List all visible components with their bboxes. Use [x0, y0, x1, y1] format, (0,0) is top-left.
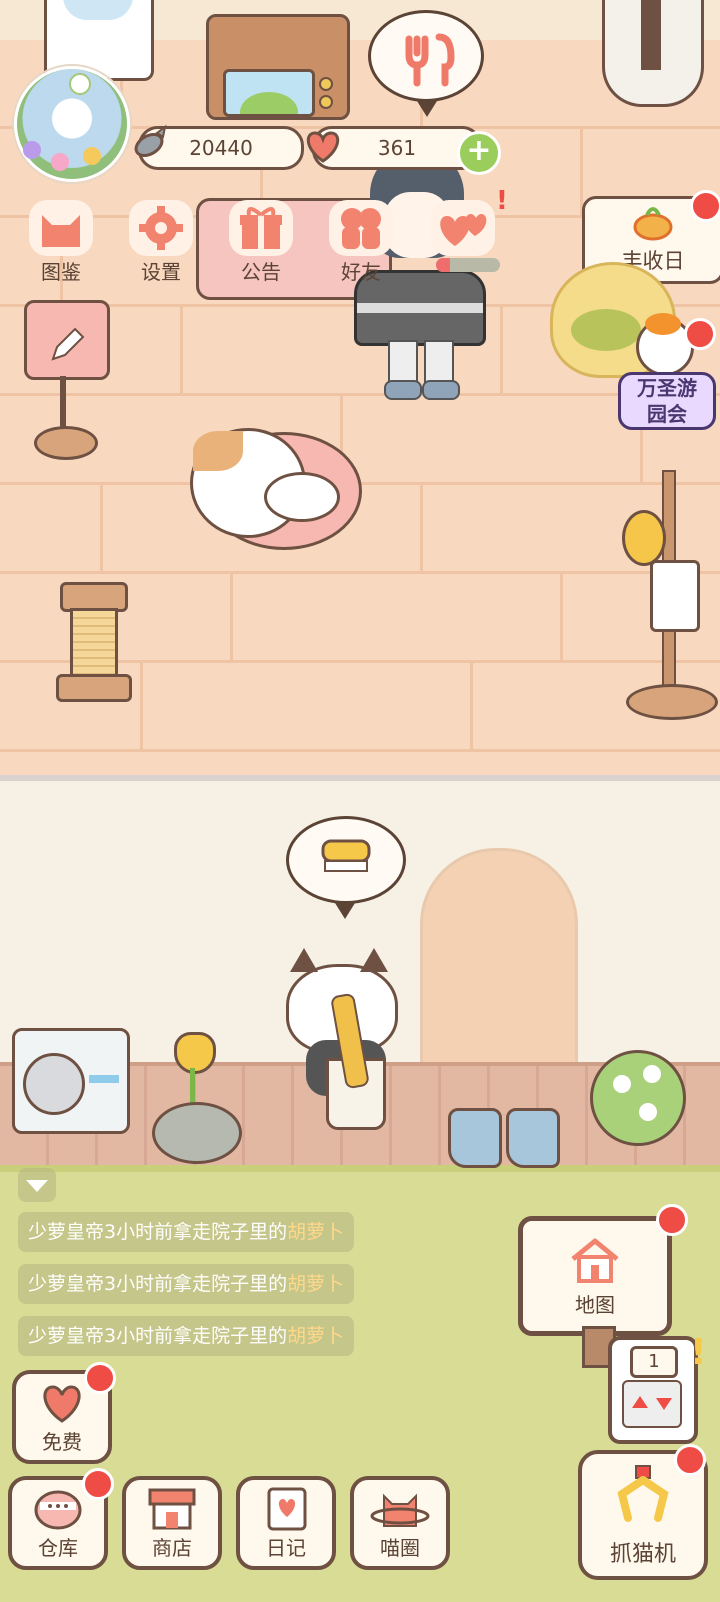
rain-boots: [448, 1108, 560, 1168]
floor-lamp: [602, 0, 704, 107]
cleaning-speech-bubble[interactable]: [286, 816, 406, 919]
map-button[interactable]: 地图: [518, 1216, 672, 1336]
message-collapse-toggle[interactable]: [18, 1168, 56, 1202]
player-avatar[interactable]: [14, 66, 130, 182]
coat-rack: [622, 470, 718, 720]
menu-notice-button[interactable]: 公告: [220, 200, 302, 284]
heart-currency-value: 361: [377, 136, 417, 160]
ticket-count: 1: [630, 1346, 678, 1378]
diary-button[interactable]: 日记: [236, 1476, 336, 1570]
ticket-alert-icon: !: [690, 1332, 707, 1373]
potted-tulip: [150, 1032, 242, 1164]
menu-collection-label: 图鉴: [41, 260, 81, 284]
fish-currency-value: 20440: [189, 136, 253, 160]
planet-cat-icon: [370, 1493, 430, 1527]
warehouse-icon: [34, 1490, 82, 1530]
hungry-speech-bubble[interactable]: [368, 10, 484, 117]
warehouse-label: 仓库: [38, 1536, 78, 1560]
meow-circle-label: 喵圈: [380, 1536, 420, 1560]
chevron-down-icon: [26, 1180, 48, 1192]
shop-icon: [148, 1488, 196, 1530]
heart-currency[interactable]: 361 +: [306, 126, 501, 175]
friends-icon: [341, 208, 381, 249]
message-item[interactable]: 少萝皇帝3小时前拿走院子里的胡萝卜: [18, 1212, 355, 1252]
shop-label: 商店: [152, 1536, 192, 1560]
heart-icon: [43, 1385, 81, 1423]
gift-icon: [240, 207, 282, 249]
calendar-stand[interactable]: [24, 300, 120, 462]
heart-mail-button[interactable]: [422, 200, 504, 260]
map-label: 地图: [575, 1293, 615, 1317]
fish-currency[interactable]: 20440: [134, 124, 304, 170]
shop-button[interactable]: 商店: [122, 1476, 222, 1570]
halloween-badge: [684, 318, 716, 350]
ticket-machine[interactable]: 1: [608, 1336, 698, 1444]
claw-machine-badge: [674, 1444, 706, 1476]
menu-notice-label: 公告: [241, 260, 281, 284]
friends-alert-icon: !: [496, 186, 508, 216]
carrot-icon: [633, 207, 673, 241]
retro-tv: [206, 14, 350, 120]
hearts-icon: [440, 214, 487, 246]
arch-doorway[interactable]: [420, 848, 578, 1076]
free-label: 免费: [42, 1430, 82, 1454]
meow-circle-button[interactable]: 喵圈: [350, 1476, 450, 1570]
heart-icon: [306, 131, 340, 163]
claw-icon: [617, 1465, 669, 1522]
cat-head-icon: [42, 215, 80, 247]
message-item[interactable]: 少萝皇帝3小时前拿走院子里的胡萝卜: [18, 1316, 355, 1356]
gear-icon: [139, 206, 183, 250]
map-badge: [656, 1204, 688, 1236]
claw-machine-label: 抓猫机: [609, 1542, 676, 1567]
brush-icon: [321, 839, 371, 872]
menu-friends-label: 好友: [341, 260, 381, 284]
warehouse-badge: [82, 1468, 114, 1500]
air-conditioner: [12, 1028, 130, 1134]
fish-icon: [134, 124, 167, 157]
menu-settings-label: 设置: [141, 260, 181, 284]
pencil-icon: [51, 327, 85, 361]
flower-bush: [590, 1050, 686, 1146]
message-item[interactable]: 少萝皇帝3小时前拿走院子里的胡萝卜: [18, 1264, 355, 1304]
player-status-bar: [436, 258, 500, 272]
cat-sweeping[interactable]: [282, 948, 432, 1138]
diary-icon: [267, 1487, 307, 1531]
halloween-label: 万圣游 园会: [618, 372, 716, 430]
add-currency-button[interactable]: +: [457, 131, 501, 175]
menu-collection-button[interactable]: 图鉴: [20, 200, 102, 284]
menu-friends-button[interactable]: 好友: [320, 200, 402, 284]
menu-settings-button[interactable]: 设置: [120, 200, 202, 284]
house-icon: [571, 1238, 619, 1283]
free-badge: [84, 1362, 116, 1394]
diary-label: 日记: [266, 1536, 306, 1560]
sleeping-cat[interactable]: [176, 420, 362, 550]
harvest-day-badge: [690, 190, 720, 222]
scratching-post: [56, 582, 132, 702]
